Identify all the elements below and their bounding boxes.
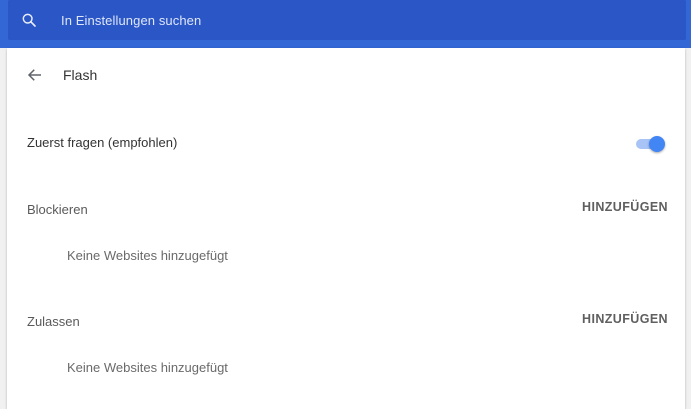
ask-first-toggle[interactable] — [633, 134, 667, 154]
block-section-title: Blockieren — [27, 202, 88, 217]
block-add-button[interactable]: HINZUFÜGEN — [582, 200, 668, 214]
allow-section-header: Zulassen HINZUFÜGEN — [27, 312, 673, 332]
subpage-header: Flash — [7, 48, 685, 104]
top-toolbar: In Einstellungen suchen — [0, 0, 691, 48]
search-icon[interactable] — [20, 11, 38, 29]
allow-section-title: Zulassen — [27, 314, 80, 329]
toggle-knob — [649, 136, 665, 152]
block-section-header: Blockieren HINZUFÜGEN — [27, 200, 673, 220]
allow-empty-text: Keine Websites hinzugefügt — [67, 360, 228, 375]
search-input[interactable]: In Einstellungen suchen — [61, 13, 201, 28]
ask-first-row: Zuerst fragen (empfohlen) — [27, 132, 673, 156]
ask-first-label: Zuerst fragen (empfohlen) — [27, 135, 178, 150]
flash-settings-card: Flash Zuerst fragen (empfohlen) Blockier… — [7, 48, 685, 409]
search-field[interactable]: In Einstellungen suchen — [8, 0, 686, 40]
allow-add-button[interactable]: HINZUFÜGEN — [582, 312, 668, 326]
arrow-back-icon[interactable] — [25, 65, 45, 85]
page-title: Flash — [63, 67, 98, 83]
block-empty-text: Keine Websites hinzugefügt — [67, 248, 228, 263]
